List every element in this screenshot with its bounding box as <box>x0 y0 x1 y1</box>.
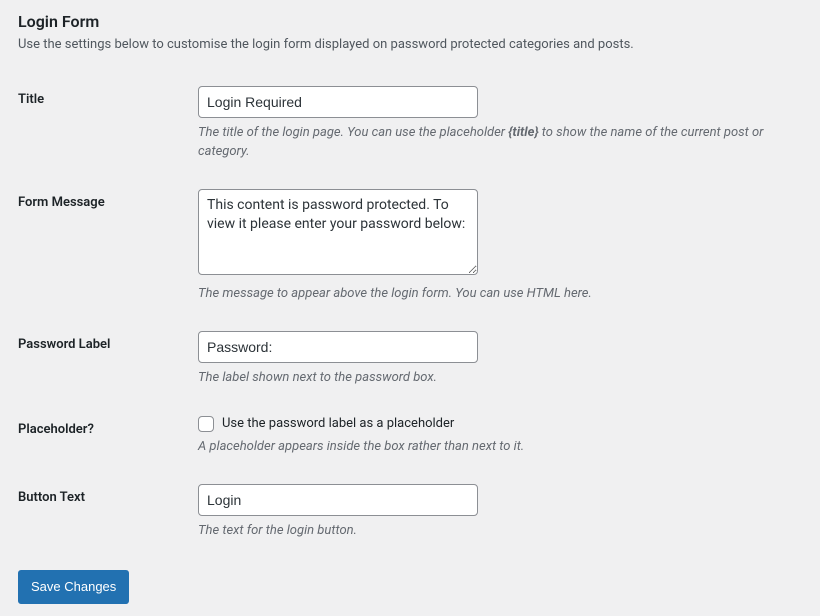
label-placeholder: Placeholder? <box>18 416 198 437</box>
password-label-description: The label shown next to the password box… <box>198 369 802 387</box>
label-title: Title <box>18 86 198 107</box>
row-placeholder: Placeholder? Use the password label as a… <box>18 402 802 470</box>
password-label-input[interactable] <box>198 331 478 363</box>
placeholder-checkbox-label: Use the password label as a placeholder <box>222 416 454 431</box>
label-form-message: Form Message <box>18 189 198 210</box>
label-button-text: Button Text <box>18 484 198 505</box>
placeholder-description: A placeholder appears inside the box rat… <box>198 438 802 456</box>
save-changes-button[interactable]: Save Changes <box>18 570 129 604</box>
row-button-text: Button Text The text for the login butto… <box>18 470 802 555</box>
form-message-description: The message to appear above the login fo… <box>198 285 802 303</box>
page-title: Login Form <box>18 12 802 31</box>
title-input[interactable] <box>198 86 478 118</box>
settings-form: Title The title of the login page. You c… <box>18 72 802 554</box>
page-intro: Use the settings below to customise the … <box>18 37 802 52</box>
title-description: The title of the login page. You can use… <box>198 124 802 160</box>
label-password-label: Password Label <box>18 331 198 352</box>
placeholder-checkbox[interactable] <box>198 416 214 432</box>
row-form-message: Form Message This content is password pr… <box>18 175 802 317</box>
form-message-textarea[interactable]: This content is password protected. To v… <box>198 189 478 275</box>
button-text-input[interactable] <box>198 484 478 516</box>
row-password-label: Password Label The label shown next to t… <box>18 317 802 402</box>
row-title: Title The title of the login page. You c… <box>18 72 802 175</box>
